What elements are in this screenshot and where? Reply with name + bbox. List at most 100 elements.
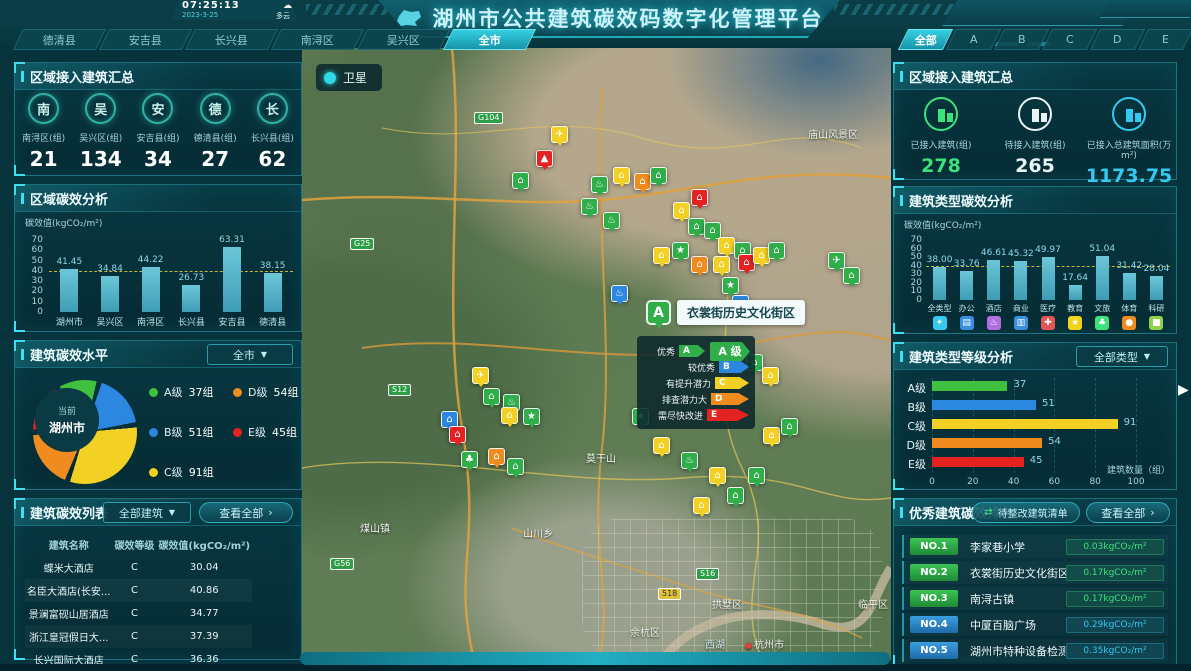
grade-bar[interactable] [932,438,1042,448]
map-marker[interactable]: ✈ [551,126,568,143]
ranking-row[interactable]: NO.1李家巷小学0.03kgCO₂/m² [902,535,1168,558]
map-marker[interactable]: ⌂ [691,189,708,206]
grade-bar[interactable] [932,400,1036,410]
grade-bar[interactable] [932,419,1118,429]
map-marker[interactable]: ▲ [536,150,553,167]
grade-tab-E[interactable]: E [1138,29,1191,50]
ranking-row[interactable]: NO.3南浔古镇0.17kgCO₂/m² [902,587,1168,610]
map-marker[interactable]: ♨ [581,198,598,215]
palm-icon: ♣ [465,455,474,465]
bar-category: 办公 [953,303,980,314]
region-tab-吴兴区[interactable]: 吴兴区 [357,29,450,50]
map-marker[interactable]: ⌂ [501,407,518,424]
map-marker[interactable]: ⌂ [650,167,667,184]
grade-badge[interactable]: A [646,300,671,325]
region-tab-长兴县[interactable]: 长兴县 [185,29,278,50]
map-marker[interactable]: ★ [672,242,689,259]
view-all-button[interactable]: 查看全部 › [199,502,293,523]
map-marker[interactable]: ⌂ [449,426,466,443]
map-marker[interactable]: ⌂ [768,242,785,259]
table-row[interactable]: 名臣大酒店(长安...C40.86 [25,579,252,602]
map-marker[interactable]: ⌂ [483,388,500,405]
satellite-toggle[interactable]: 卫星 [316,64,382,91]
map-marker[interactable]: ⌂ [762,367,779,384]
map-marker[interactable]: ★ [722,277,739,294]
plane-icon: ✈ [832,256,840,266]
region-tab-南浔区[interactable]: 南浔区 [271,29,364,50]
bar-category: 商业 [1007,303,1034,314]
region-tab-全市[interactable]: 全市 [443,29,536,50]
map-marker[interactable]: ⌂ [512,172,529,189]
map-marker[interactable]: ⌂ [781,418,798,435]
map-marker[interactable]: ⌂ [713,256,730,273]
map-marker[interactable]: ♨ [591,176,608,193]
grade-tab-全部[interactable]: 全部 [898,29,953,50]
carbon-value: 34.77 [156,602,252,625]
view-all-button[interactable]: 查看全部 › [1086,502,1170,523]
map-marker[interactable]: ⌂ [693,497,710,514]
carbon-value: 0.29kgCO₂/m² [1066,617,1164,633]
map-marker[interactable]: ⌂ [709,467,726,484]
map-place-label: 山川乡 [523,525,553,540]
bar [1069,285,1082,300]
city-dropdown[interactable]: 全市 ▼ [207,344,293,365]
map-marker[interactable]: ⌂ [653,437,670,454]
table-row[interactable]: 蝶米大酒店C30.04 [25,556,252,579]
bar-value: 91 [1124,417,1137,428]
grade-tab-A[interactable]: A [946,29,1001,50]
panel-title: 建筑类型碳效分析 [894,187,1176,214]
map-marker[interactable]: ⌂ [763,427,780,444]
ranking-row[interactable]: NO.4中厦百脑广场0.29kgCO₂/m² [902,613,1168,636]
home-icon: ⌂ [743,258,749,268]
table-row[interactable]: 景澜富砚山居酒店C34.77 [25,602,252,625]
school-icon: ★ [676,246,685,256]
clock-date: 2023-3-25 [182,11,218,21]
map-marker[interactable]: ✈ [472,367,489,384]
bar-category: 酒店 [980,303,1007,314]
bar-value: 31.42 [1116,261,1143,271]
map-marker[interactable]: ♨ [603,212,620,229]
bar-category: 湖州市 [49,315,90,328]
map-marker[interactable]: ♨ [611,285,628,302]
map-marker[interactable]: ⌂ [691,256,708,273]
grade-tab-D[interactable]: D [1090,29,1145,50]
map-marker[interactable]: ⌂ [613,167,630,184]
map-marker[interactable]: ⌂ [727,487,744,504]
panel-region-summary-right: 区域接入建筑汇总 已接入建筑(组)278待接入建筑(组)265已接入总建筑面积(… [893,62,1177,180]
map-marker[interactable]: ✈ [828,252,845,269]
region-carbon-chart: 碳效值(kgCO₂/m²) 01020304050607041.45湖州市34.… [15,212,301,331]
map-marker[interactable]: ⌂ [653,247,670,264]
map-marker[interactable]: ♣ [461,451,478,468]
satellite-map[interactable]: 庙山风景区煤山镇山川乡莫干山拱墅区余杭区西湖杭州市临平区G25G104S12G5… [302,48,891,660]
region-tab-德清县[interactable]: 德清县 [13,29,106,50]
map-marker[interactable]: ⌂ [488,448,505,465]
access-summary-item: 已接入总建筑面积(万m²)1173.75 [1085,97,1173,187]
rectify-list-button[interactable]: ⇄ 待整改建筑清单 [972,502,1080,523]
map-marker[interactable]: ♨ [681,452,698,469]
grade-bar[interactable] [932,457,1024,467]
map-marker[interactable]: ⌂ [704,222,721,239]
rank-badge: NO.2 [910,564,958,581]
map-marker[interactable]: ⌂ [718,237,735,254]
grade-tab-C[interactable]: C [1042,29,1097,50]
ranking-row[interactable]: NO.5湖州市特种设备检测研究院（长兴）0.35kgCO₂/m² [902,639,1168,662]
grade-bar[interactable] [932,381,1007,391]
map-marker[interactable]: ⌂ [843,267,860,284]
table-row[interactable]: 浙江皇冠假日大...C37.39 [25,625,252,648]
building-filter-dropdown[interactable]: 全部建筑 ▼ [103,502,191,523]
region-tab-安吉县[interactable]: 安吉县 [99,29,192,50]
type-dropdown[interactable]: 全部类型 ▼ [1076,346,1168,367]
map-marker[interactable]: ⌂ [673,202,690,219]
grade-tab-B[interactable]: B [994,29,1049,50]
panel-next-arrow[interactable]: ▶ [1178,382,1189,398]
ranking-row[interactable]: NO.2衣裳街历史文化街区0.17kgCO₂/m² [902,561,1168,584]
dropdown-value: 全市 [233,347,255,363]
map-marker[interactable]: ⌂ [634,173,651,190]
map-marker[interactable]: ★ [523,408,540,425]
map-marker[interactable]: ⌂ [688,218,705,235]
home-icon: ⌂ [696,260,702,270]
bar [223,247,241,312]
map-marker[interactable]: ⌂ [748,467,765,484]
bar [182,285,200,312]
map-marker[interactable]: ⌂ [507,458,524,475]
